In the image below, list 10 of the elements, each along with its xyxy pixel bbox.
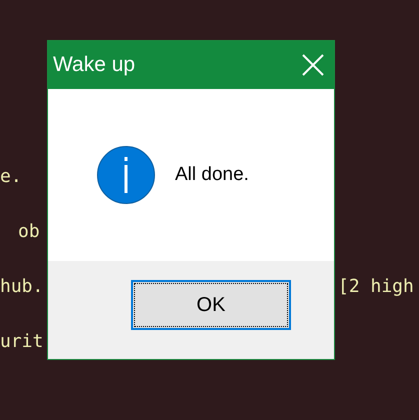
window-title: Wake up (53, 53, 136, 77)
terminal-text: ob (17, 221, 40, 243)
message-text: All done. (175, 164, 249, 186)
info-icon (97, 146, 155, 204)
terminal-text: [2 high (338, 276, 414, 298)
close-icon[interactable] (302, 54, 324, 76)
terminal-text: e. (0, 166, 22, 188)
ok-button[interactable]: OK (131, 280, 291, 330)
terminal-text: hub. (0, 276, 44, 298)
terminal-text: urit (0, 331, 44, 353)
